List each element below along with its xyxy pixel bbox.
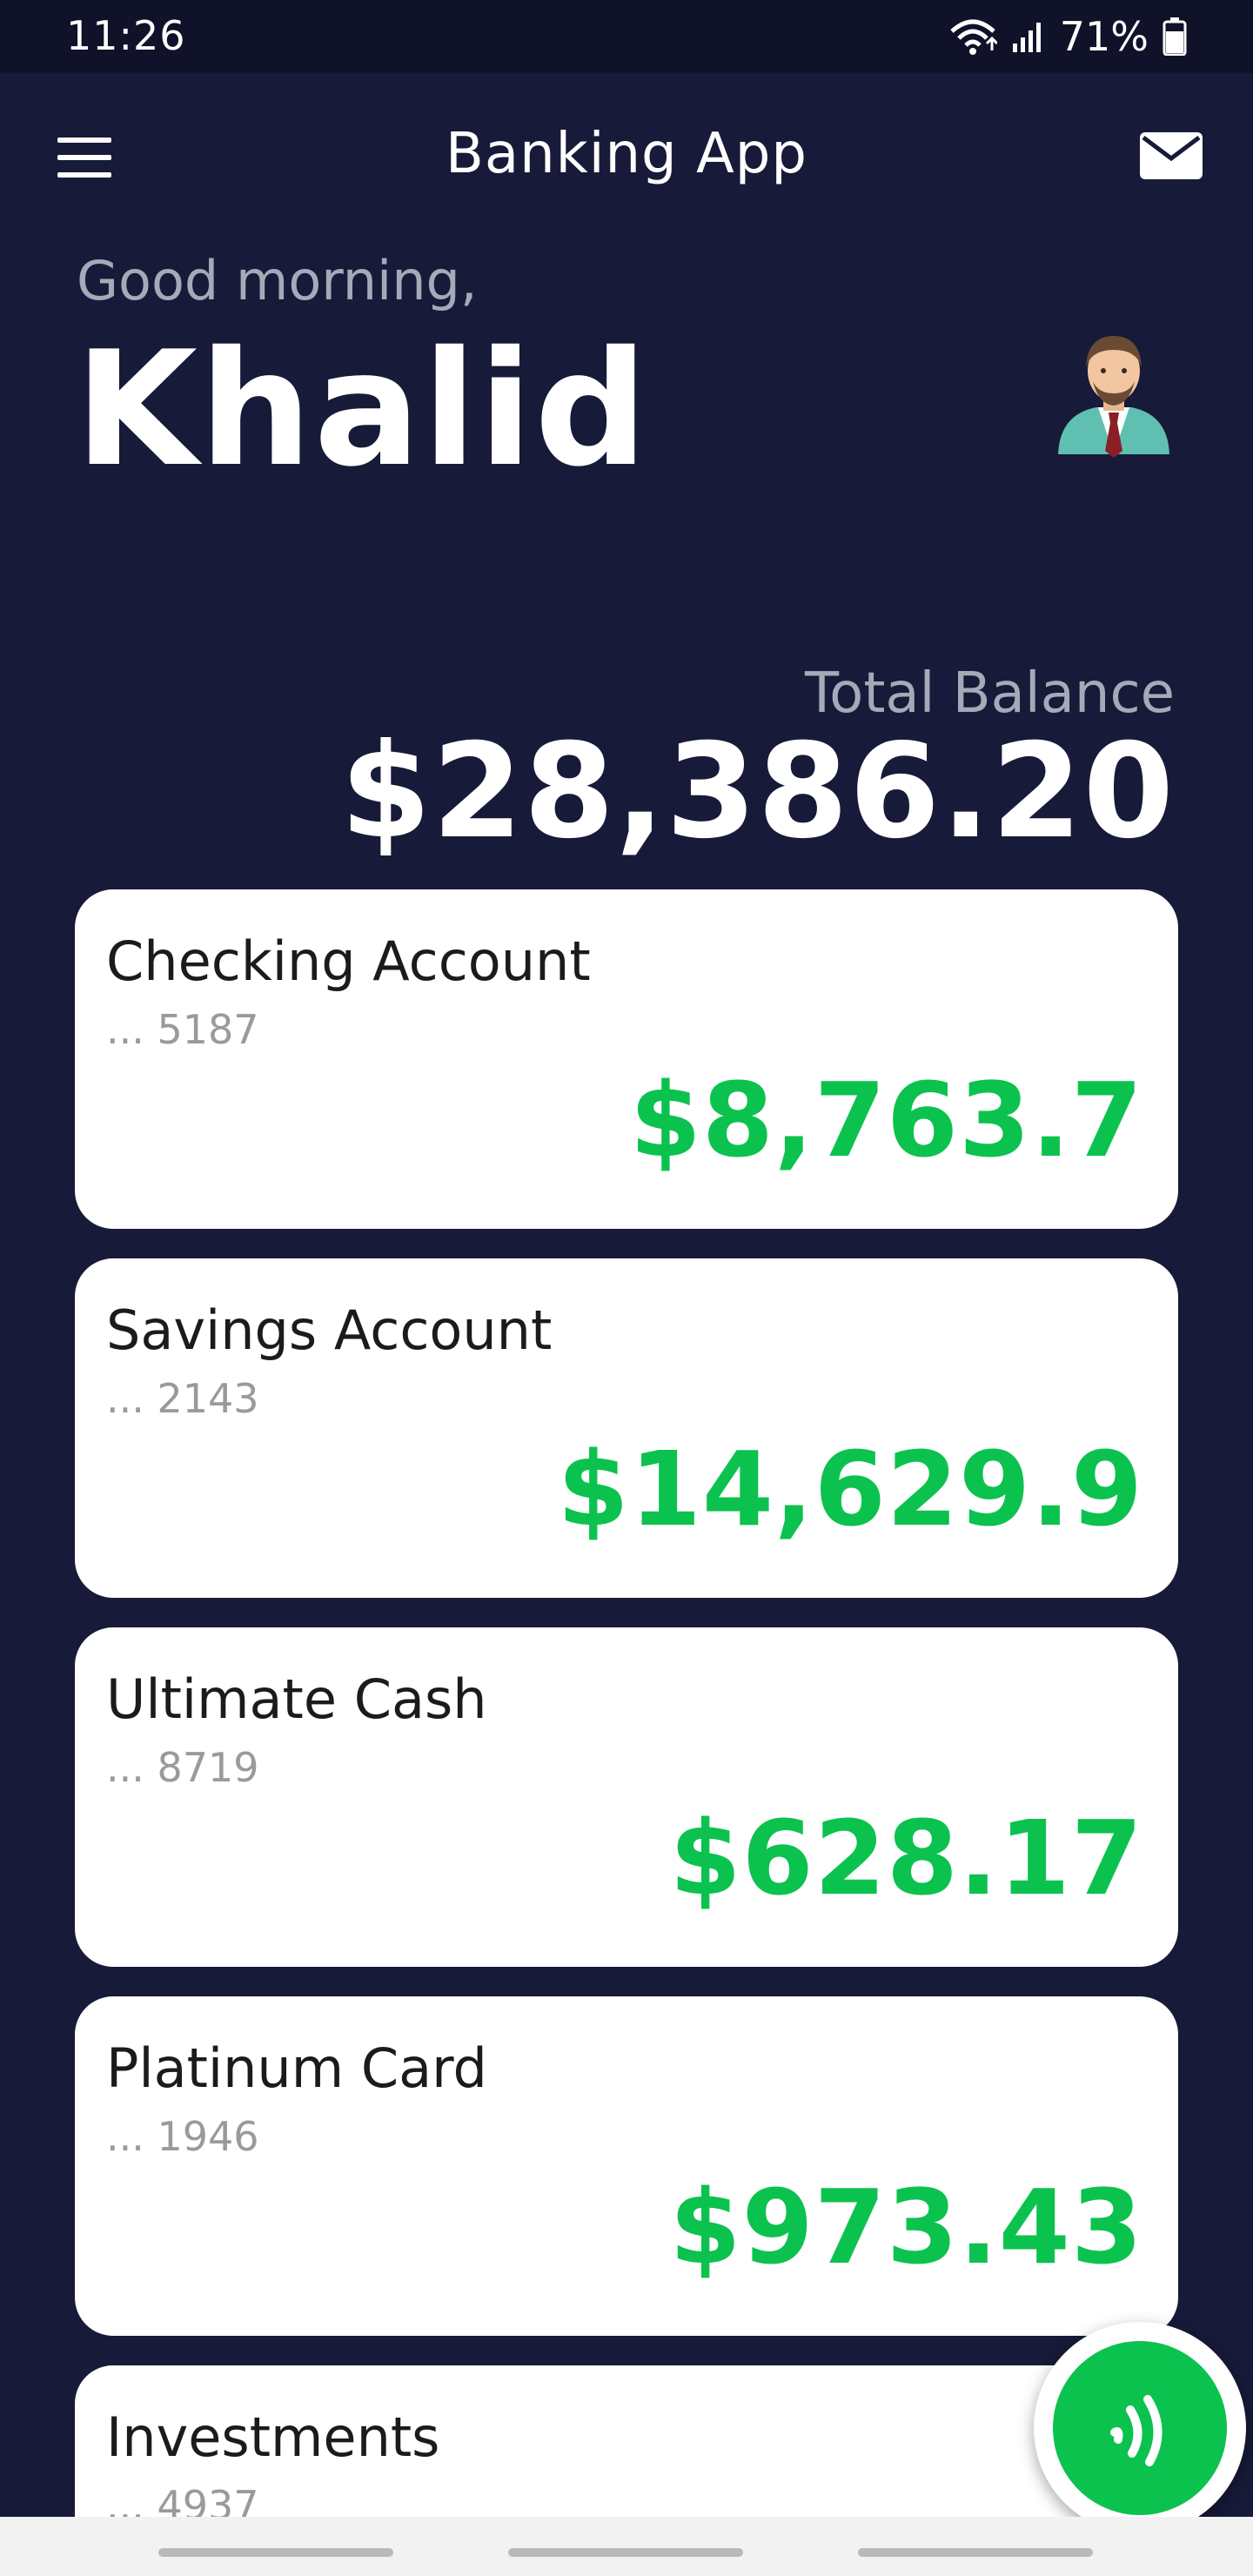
account-card-savings[interactable]: Savings Account ... 2143 $14,629.9 bbox=[75, 1258, 1178, 1598]
mail-icon[interactable] bbox=[1133, 124, 1209, 188]
battery-percent: 71% bbox=[1059, 13, 1149, 60]
nav-back-button[interactable] bbox=[858, 2548, 1093, 2557]
account-balance: $14,629.9 bbox=[557, 1429, 1143, 1549]
user-name: Khalid bbox=[75, 317, 650, 501]
app-bar: Banking App bbox=[0, 73, 1253, 244]
contactless-pay-button[interactable] bbox=[1034, 2322, 1246, 2534]
account-balance: $973.43 bbox=[669, 2167, 1143, 2287]
account-name: Investments bbox=[106, 2405, 440, 2469]
battery-icon bbox=[1163, 17, 1187, 56]
status-icons: 71% bbox=[948, 12, 1187, 61]
account-number: ... 5187 bbox=[106, 1006, 259, 1053]
account-balance: $8,763.7 bbox=[629, 1060, 1143, 1180]
account-number: ... 4937 bbox=[106, 2482, 259, 2520]
account-name: Savings Account bbox=[106, 1298, 553, 1362]
total-balance-amount: $28,386.20 bbox=[340, 716, 1175, 868]
status-bar: 11:26 71% bbox=[0, 0, 1253, 73]
account-card-checking[interactable]: Checking Account ... 5187 $8,763.7 bbox=[75, 889, 1178, 1229]
account-name: Platinum Card bbox=[106, 2036, 487, 2100]
account-card-platinum[interactable]: Platinum Card ... 1946 $973.43 bbox=[75, 1996, 1178, 2336]
account-card-investments[interactable]: Investments ... 4937 bbox=[75, 2365, 1178, 2520]
system-nav-bar bbox=[0, 2517, 1253, 2576]
account-card-ultimate-cash[interactable]: Ultimate Cash ... 8719 $628.17 bbox=[75, 1627, 1178, 1967]
signal-icon bbox=[1012, 23, 1041, 52]
nav-recent-button[interactable] bbox=[158, 2548, 393, 2557]
businessman-avatar-icon[interactable] bbox=[1053, 324, 1175, 463]
account-number: ... 1946 bbox=[106, 2113, 259, 2160]
status-time: 11:26 bbox=[66, 12, 186, 59]
account-balance: $628.17 bbox=[669, 1798, 1143, 1918]
nav-home-button[interactable] bbox=[508, 2548, 743, 2557]
account-name: Checking Account bbox=[106, 929, 591, 993]
app-title: Banking App bbox=[445, 122, 808, 186]
contactless-pay-icon bbox=[1053, 2341, 1227, 2515]
greeting-text: Good morning, bbox=[77, 249, 478, 312]
wifi-icon bbox=[950, 19, 997, 55]
account-number: ... 8719 bbox=[106, 1744, 259, 1791]
account-name: Ultimate Cash bbox=[106, 1667, 487, 1731]
account-number: ... 2143 bbox=[106, 1375, 259, 1422]
